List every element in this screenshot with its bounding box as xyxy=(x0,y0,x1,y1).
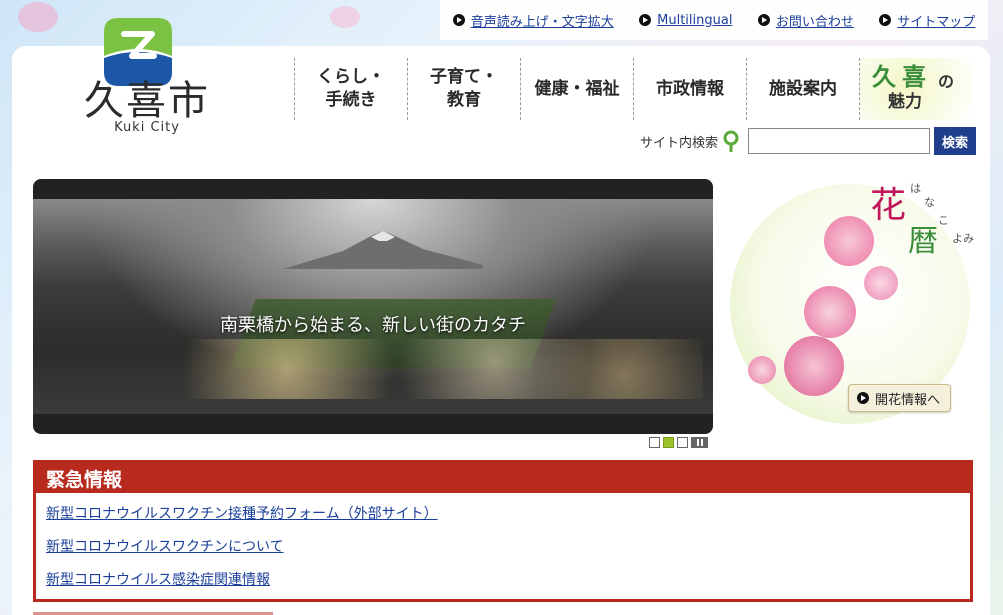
speech-and-text-size-link[interactable]: 音声読み上げ・文字拡大 xyxy=(452,11,614,30)
slider-controls xyxy=(649,437,708,448)
main-container: 久喜市 Kuki City くらし・ 手続き 子育て・ 教育 健康・福祉 市政情… xyxy=(12,18,990,615)
link-label: サイトマップ xyxy=(897,14,976,30)
search-label: サイト内検索 xyxy=(640,135,719,151)
link-label: 音声読み上げ・文字拡大 xyxy=(470,14,614,30)
nav-health-welfare[interactable]: 健康・福祉 xyxy=(520,58,633,120)
nav-kuki-charm[interactable]: 久 喜 の 魅力 xyxy=(859,58,972,120)
arrow-bullet-icon xyxy=(879,14,892,26)
search-input[interactable] xyxy=(748,128,931,154)
slider-caption: 南栗橋から始まる、新しい街のカタチ xyxy=(220,315,526,336)
bloom-info-label: 開花情報へ xyxy=(875,392,941,408)
logo-city-name: 久喜市 xyxy=(84,78,210,124)
logo-city-subtitle: Kuki City xyxy=(114,120,180,135)
background-petal xyxy=(330,6,360,28)
cosmos-flower xyxy=(804,286,856,338)
nav-city-administration[interactable]: 市政情報 xyxy=(633,58,746,120)
slider-aerial-image: 南栗橋から始まる、新しい街のカタチ xyxy=(33,199,713,414)
emergency-link-covid-info[interactable]: 新型コロナウイルス感染症関連情報 xyxy=(46,569,970,589)
kuki-charm-label: 久 喜 の 魅力 xyxy=(866,61,966,117)
arrow-bullet-icon xyxy=(757,14,770,26)
link-label: お問い合わせ xyxy=(775,14,854,30)
emergency-link-vaccine-info[interactable]: 新型コロナウイルスワクチンについて xyxy=(46,536,970,556)
emergency-info-title: 緊急情報 xyxy=(36,463,970,493)
utility-links: 音声読み上げ・文字拡大 Multilingual お問い合わせ サイトマップ xyxy=(440,0,988,40)
banner-title-hana: 花 xyxy=(870,185,907,226)
bloom-info-button[interactable]: 開花情報へ xyxy=(848,384,952,412)
charm-char-ki: 喜 xyxy=(902,63,926,91)
cosmos-flower xyxy=(748,356,776,384)
charm-text: 魅力 xyxy=(888,92,922,112)
hanagoyomi-banner[interactable]: 花 暦 は な こ よみ 開花情報へ xyxy=(724,176,974,431)
site-search: サイト内検索 検索 xyxy=(640,126,977,156)
background-petal xyxy=(18,2,58,32)
site-logo[interactable]: 久喜市 Kuki City xyxy=(72,16,232,166)
mountain-silhouette xyxy=(283,231,483,269)
hero-slider[interactable]: 南栗橋から始まる、新しい街のカタチ xyxy=(33,179,713,434)
contact-link[interactable]: お問い合わせ xyxy=(757,11,854,30)
emergency-info-panel: 緊急情報 新型コロナウイルスワクチン接種予約フォーム（外部サイト） 新型コロナウ… xyxy=(33,460,973,602)
cosmos-flower xyxy=(824,216,874,266)
banner-ruby: は xyxy=(910,182,921,195)
global-navigation: くらし・ 手続き 子育て・ 教育 健康・福祉 市政情報 施設案内 久 喜 の 魅… xyxy=(294,58,972,120)
arrow-bullet-icon xyxy=(639,14,652,26)
multilingual-link[interactable]: Multilingual xyxy=(639,13,732,28)
sitemap-link[interactable]: サイトマップ xyxy=(879,11,975,30)
banner-ruby: よみ xyxy=(952,232,974,245)
search-icon xyxy=(723,130,739,152)
cosmos-flower xyxy=(784,336,844,396)
arrow-bullet-icon xyxy=(857,392,869,404)
banner-title-koyomi: 暦 xyxy=(908,224,938,259)
slide-indicator-1[interactable] xyxy=(649,437,660,448)
emergency-link-vaccine-reservation[interactable]: 新型コロナウイルスワクチン接種予約フォーム（外部サイト） xyxy=(46,503,970,523)
nav-childcare-education[interactable]: 子育て・ 教育 xyxy=(407,58,520,120)
nav-facilities[interactable]: 施設案内 xyxy=(746,58,859,120)
link-label: Multilingual xyxy=(657,12,733,28)
nav-living-procedures[interactable]: くらし・ 手続き xyxy=(294,58,407,120)
search-button[interactable]: 検索 xyxy=(934,127,977,155)
slide-indicator-3[interactable] xyxy=(677,437,688,448)
cosmos-flower xyxy=(864,266,898,300)
slide-indicator-2[interactable] xyxy=(663,437,674,448)
charm-char-ku: 久 xyxy=(872,63,896,91)
banner-ruby: な xyxy=(924,196,935,209)
emergency-info-list: 新型コロナウイルスワクチン接種予約フォーム（外部サイト） 新型コロナウイルスワク… xyxy=(36,493,970,589)
city-lights xyxy=(183,339,703,399)
banner-ruby: こ xyxy=(938,214,949,227)
pause-icon[interactable] xyxy=(691,437,708,448)
arrow-bullet-icon xyxy=(452,14,465,26)
charm-char-no: の xyxy=(938,72,955,91)
